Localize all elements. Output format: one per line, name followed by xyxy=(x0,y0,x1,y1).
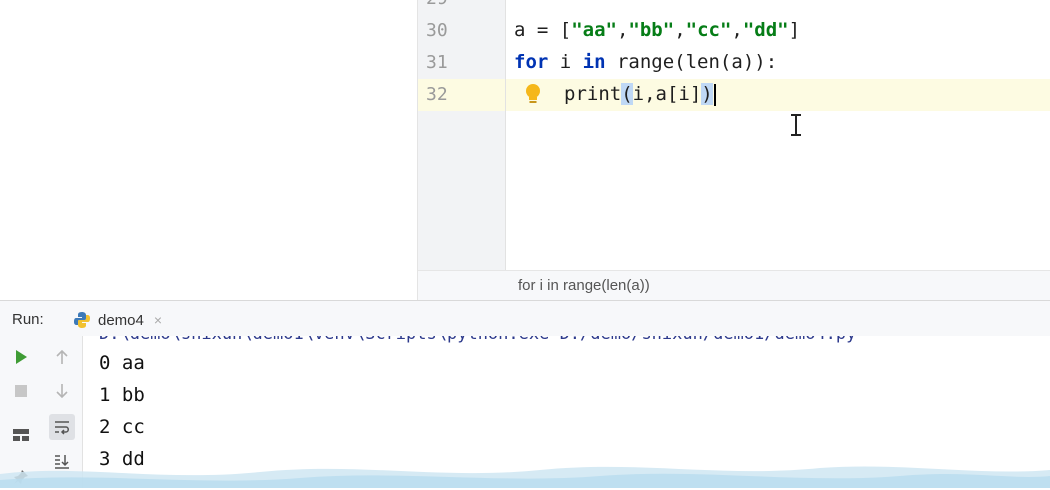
console-output-line: 2 cc xyxy=(99,416,145,438)
code-line-32[interactable]: print(i,a[i]) xyxy=(564,83,716,106)
decorative-wave xyxy=(0,466,1050,488)
run-tab-label: demo4 xyxy=(98,311,144,329)
line-number: 30 xyxy=(426,20,448,41)
run-tab-demo4[interactable]: demo4 × xyxy=(72,305,162,335)
arrow-down-icon[interactable] xyxy=(49,378,75,404)
line-number: 32 xyxy=(426,84,448,105)
stop-icon[interactable] xyxy=(8,378,34,404)
breadcrumb[interactable]: for i in range(len(a)) xyxy=(518,277,650,294)
code-editor[interactable]: a = ["aa","bb","cc","dd"] for i in range… xyxy=(506,0,1050,270)
soft-wrap-icon[interactable] xyxy=(49,414,75,440)
project-panel xyxy=(0,0,418,300)
close-icon[interactable]: × xyxy=(154,312,162,328)
run-tool-window-header: Run: demo4 × xyxy=(0,300,1050,337)
ibeam-cursor-icon xyxy=(791,114,801,136)
console-output-line: 1 bb xyxy=(99,384,145,406)
line-number: 31 xyxy=(426,52,448,73)
code-line-30[interactable]: a = ["aa","bb","cc","dd"] xyxy=(514,19,800,41)
console-output-line: 0 aa xyxy=(99,352,145,374)
arrow-up-icon[interactable] xyxy=(49,344,75,370)
console-command-line: D:\demo\shixun\demo1\venv\Scripts\python… xyxy=(99,336,856,344)
text-caret xyxy=(713,83,716,106)
lightbulb-icon[interactable] xyxy=(523,82,543,106)
editor-gutter: 29 30 31 32 xyxy=(418,0,506,270)
run-play-icon[interactable] xyxy=(8,344,34,370)
layout-icon[interactable] xyxy=(8,422,34,448)
code-line-31[interactable]: for i in range(len(a)): xyxy=(514,51,777,73)
line-number: 29 xyxy=(426,0,448,9)
breadcrumb-bar: for i in range(len(a)) xyxy=(418,270,1050,301)
run-label: Run: xyxy=(12,311,44,328)
python-icon xyxy=(74,312,90,328)
